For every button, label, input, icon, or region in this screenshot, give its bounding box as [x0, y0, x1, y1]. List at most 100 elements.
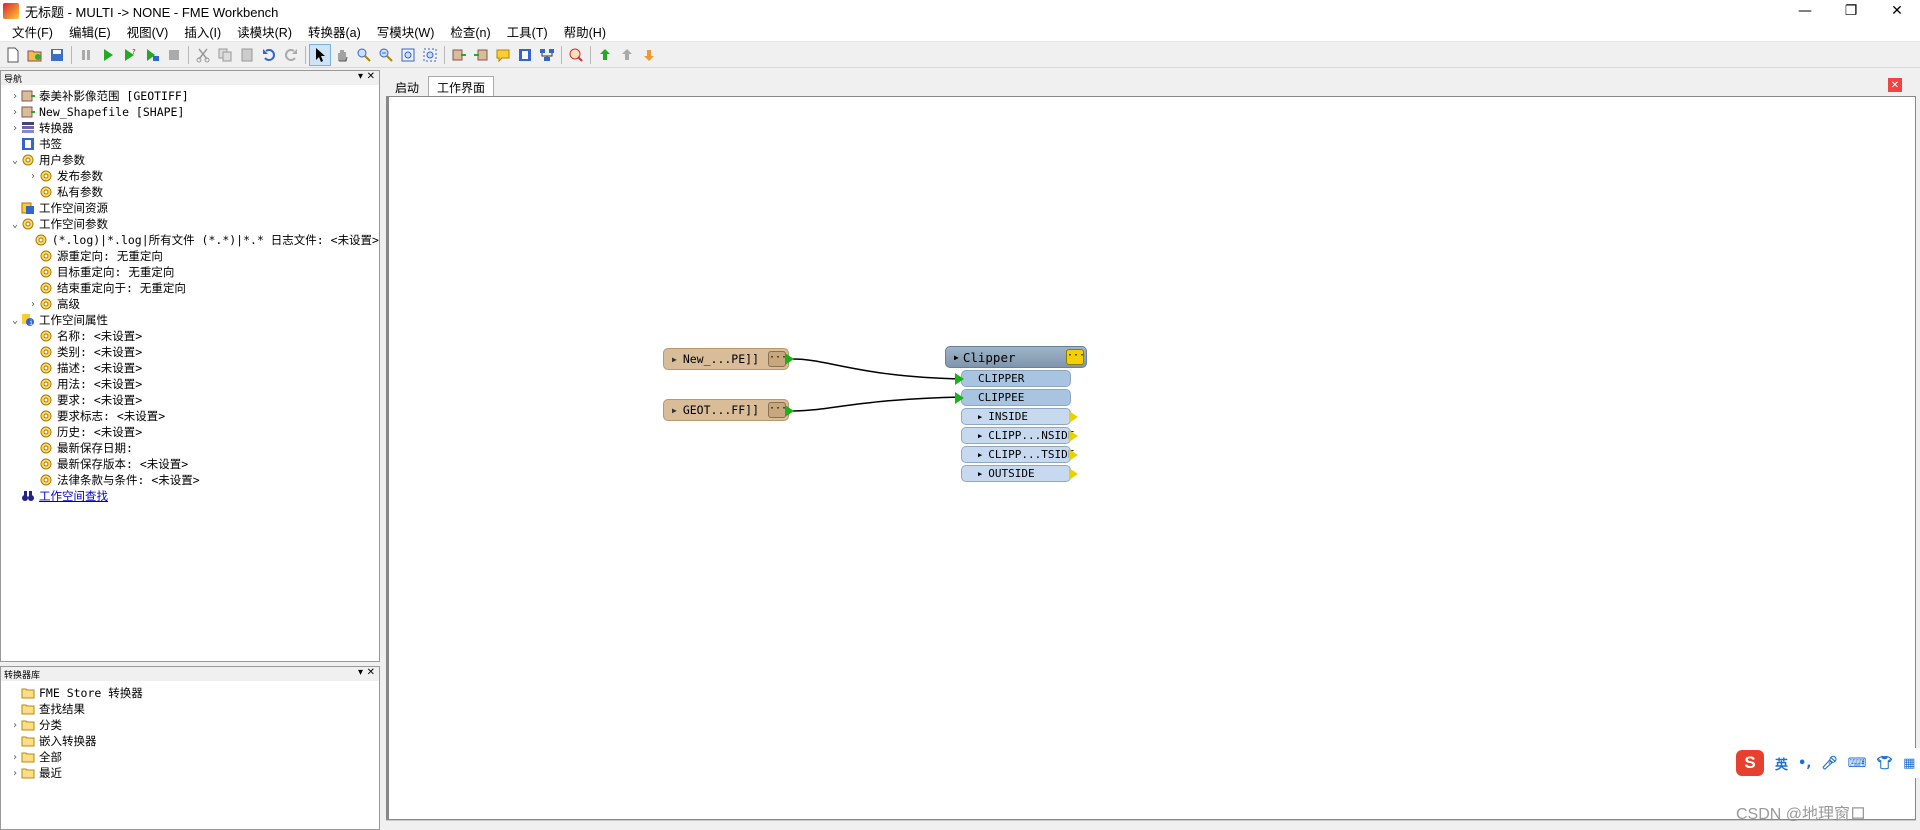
panel-dropdown-icon[interactable]: ▾ [358, 71, 363, 82]
panel-close-icon[interactable]: ✕ [367, 667, 375, 678]
auto-layout-button[interactable] [536, 44, 558, 66]
nav-tree-item[interactable]: 书签 [1, 136, 379, 152]
undo-button[interactable] [258, 44, 280, 66]
gallery-tree-item[interactable]: FME Store 转换器 [1, 685, 379, 701]
panel-dropdown-icon[interactable]: ▾ [358, 667, 363, 678]
nav-tree-item[interactable]: 工作空间资源 [1, 200, 379, 216]
inspector-button[interactable] [565, 44, 587, 66]
add-reader-button[interactable] [448, 44, 470, 66]
menu-view[interactable]: 视图(V) [119, 22, 177, 41]
nav-tree-item[interactable]: › New_Shapefile [SHAPE] [1, 104, 379, 120]
expand-icon[interactable]: ▶ [672, 406, 677, 415]
nav-tree-item[interactable]: (*.log)|*.log|所有文件 (*.*)|*.* 日志文件: <未设置> [1, 232, 379, 248]
ellipsis-button[interactable]: ··· [768, 351, 787, 367]
output-port-clipper-outside[interactable]: ▶ CLIPP...TSIDE [961, 446, 1074, 463]
expand-toggle-icon[interactable]: › [9, 768, 21, 779]
nav-tree-item[interactable]: 描述: <未设置> [1, 360, 379, 376]
expand-toggle-icon[interactable]: › [9, 107, 21, 118]
nav-tree-item[interactable]: 类别: <未设置> [1, 344, 379, 360]
nav-tree-item[interactable]: › 发布参数 [1, 168, 379, 184]
new-file-button[interactable] [2, 44, 24, 66]
pan-tool-button[interactable] [331, 44, 353, 66]
gallery-tree-item[interactable]: 嵌入转换器 [1, 733, 379, 749]
nav-tree-item[interactable]: 目标重定向: 无重定向 [1, 264, 379, 280]
toolbox-grid-icon[interactable]: ▦ [1903, 756, 1915, 771]
nav-tree-item[interactable]: 私有参数 [1, 184, 379, 200]
expand-toggle-icon[interactable]: ⌄ [9, 155, 21, 166]
nav-tree-item[interactable]: 要求: <未设置> [1, 392, 379, 408]
input-port-clippee[interactable]: CLIPPEE [961, 389, 1071, 406]
output-port-outside[interactable]: ▶ OUTSIDE [961, 465, 1071, 482]
gallery-tree-item[interactable]: › 最近 [1, 765, 379, 781]
server-publish-button[interactable] [616, 44, 638, 66]
output-port-arrow[interactable] [1069, 430, 1078, 442]
output-port-arrow[interactable] [785, 405, 794, 417]
ellipsis-button[interactable]: ··· [768, 402, 787, 418]
menu-file[interactable]: 文件(F) [4, 22, 61, 41]
connection-line[interactable] [792, 396, 964, 412]
ellipsis-button[interactable]: ··· [1066, 349, 1085, 365]
zoom-in-button[interactable] [353, 44, 375, 66]
input-port-arrow[interactable] [955, 373, 964, 385]
tab-workspace[interactable]: 工作界面 [428, 76, 495, 96]
reader-node-geotiff[interactable]: ▶ GEOT...FF]] ··· [663, 399, 789, 421]
menu-insert[interactable]: 插入(I) [176, 22, 229, 41]
expand-toggle-icon[interactable]: › [27, 171, 39, 182]
expand-icon[interactable]: ▶ [978, 451, 982, 459]
nav-tree-item[interactable]: 历史: <未设置> [1, 424, 379, 440]
restore-button[interactable]: ❐ [1828, 0, 1874, 22]
panel-close-icon[interactable]: ✕ [367, 71, 375, 82]
expand-toggle-icon[interactable]: › [9, 720, 21, 731]
tab-start[interactable]: 启动 [386, 76, 428, 96]
nav-tree-item[interactable]: 用法: <未设置> [1, 376, 379, 392]
expand-toggle-icon[interactable]: ⌄ [9, 219, 21, 230]
expand-icon[interactable]: ▶ [672, 355, 677, 364]
download-button[interactable] [638, 44, 660, 66]
keyboard-icon[interactable]: ⌨ [1848, 756, 1867, 771]
nav-tree-item[interactable]: › 泰美补影像范围 [GEOTIFF] [1, 88, 379, 104]
expand-icon[interactable]: ▶ [978, 413, 982, 421]
clipper-transformer[interactable]: ▶ Clipper ··· [945, 346, 1087, 368]
nav-tree-item[interactable]: 源重定向: 无重定向 [1, 248, 379, 264]
add-annotation-button[interactable] [492, 44, 514, 66]
microphone-icon[interactable]: 🎤︎ [1821, 756, 1838, 771]
close-window-button[interactable]: ✕ [1874, 0, 1920, 22]
zoom-selected-button[interactable] [419, 44, 441, 66]
zoom-extents-button[interactable] [397, 44, 419, 66]
add-writer-button[interactable] [470, 44, 492, 66]
publish-button[interactable] [594, 44, 616, 66]
add-bookmark-button[interactable] [514, 44, 536, 66]
nav-tree-item[interactable]: ⌄ i 工作空间属性 [1, 312, 379, 328]
menu-tools[interactable]: 工具(T) [499, 22, 556, 41]
nav-tree-item[interactable]: 最新保存版本: <未设置> [1, 456, 379, 472]
menu-help[interactable]: 帮助(H) [556, 22, 614, 41]
gallery-tree-item[interactable]: › 全部 [1, 749, 379, 765]
expand-toggle-icon[interactable]: › [9, 123, 21, 134]
pause-button[interactable] [75, 44, 97, 66]
save-button[interactable] [46, 44, 68, 66]
nav-tree-item[interactable]: 工作空间查找 [1, 488, 379, 504]
nav-tree-item[interactable]: 结束重定向于: 无重定向 [1, 280, 379, 296]
run-button[interactable] [97, 44, 119, 66]
connection-line[interactable] [792, 358, 964, 380]
expand-toggle-icon[interactable]: › [9, 752, 21, 763]
nav-tree-item[interactable]: ⌄ 工作空间参数 [1, 216, 379, 232]
menu-edit[interactable]: 编辑(E) [61, 22, 119, 41]
expand-toggle-icon[interactable]: ⌄ [9, 315, 21, 326]
skin-shirt-icon[interactable]: 👕︎ [1877, 756, 1894, 771]
workspace-canvas[interactable]: ▶ New_...PE]] ··· ▶ GEOT...FF]] ··· ▶ Cl… [386, 96, 1916, 820]
close-tab-icon[interactable]: ✕ [1888, 78, 1902, 92]
menu-readers[interactable]: 读模块(R) [229, 22, 300, 41]
copy-button[interactable] [214, 44, 236, 66]
gallery-tree-item[interactable]: 查找结果 [1, 701, 379, 717]
punctuation-icon[interactable]: •, [1798, 756, 1811, 771]
nav-tree-item[interactable]: ⌄ 用户参数 [1, 152, 379, 168]
output-port-inside[interactable]: ▶ INSIDE [961, 408, 1071, 425]
nav-tree-item[interactable]: › 转换器 [1, 120, 379, 136]
output-port-arrow[interactable] [1069, 468, 1078, 480]
nav-tree-item[interactable]: 名称: <未设置> [1, 328, 379, 344]
ime-language-toggle[interactable]: 英 [1775, 754, 1788, 773]
input-port-clipper[interactable]: CLIPPER [961, 370, 1071, 387]
expand-icon[interactable]: ▶ [954, 353, 959, 362]
run-with-prompt-button[interactable]: ? [119, 44, 141, 66]
